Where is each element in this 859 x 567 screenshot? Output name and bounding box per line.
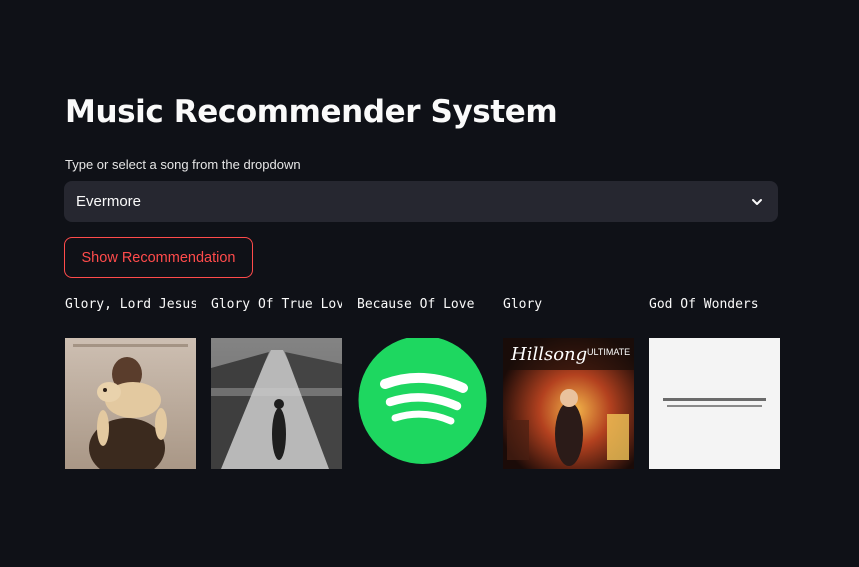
album-cover-5 <box>649 338 780 469</box>
svg-text:Hillsong: Hillsong <box>510 344 587 365</box>
chevron-down-icon[interactable] <box>750 195 764 209</box>
spotify-logo-icon <box>357 338 488 469</box>
svg-text:ULTIMATE: ULTIMATE <box>587 347 630 357</box>
song-select-label: Type or select a song from the dropdown <box>65 157 301 172</box>
page-title: Music Recommender System <box>65 94 558 130</box>
song-select[interactable]: Evermore <box>64 181 778 222</box>
recommendation-title-4: Glory <box>503 297 543 312</box>
recommendation-title-5: God Of Wonders <box>649 297 759 312</box>
show-recommendation-button[interactable]: Show Recommendation <box>64 237 253 278</box>
recommendation-title-2: Glory Of True Love <box>211 297 342 312</box>
song-select-value: Evermore <box>76 193 142 210</box>
album-cover-3 <box>357 338 488 469</box>
album-cover-4: Hillsong ULTIMATE <box>503 338 634 469</box>
recommendation-title-3: Because Of Love <box>357 297 475 312</box>
album-cover-1 <box>65 338 196 469</box>
album-cover-2 <box>211 338 342 469</box>
recommendation-title-1: Glory, Lord Jesus <box>65 297 196 312</box>
